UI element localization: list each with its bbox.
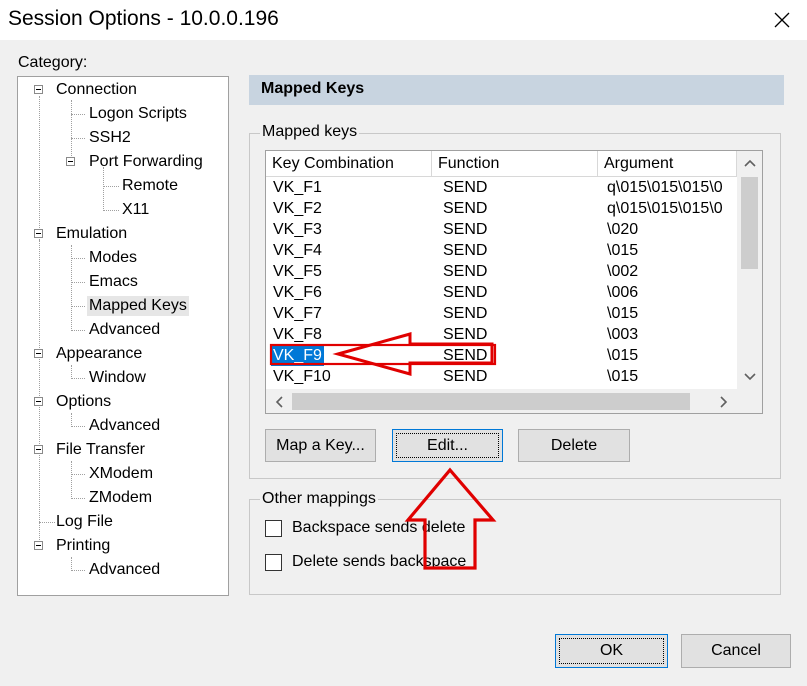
tree-item-connection[interactable]: Connection [56,80,137,100]
function-cell: SEND [443,263,488,280]
other-mappings-group [249,499,781,595]
key-cell: VK_F5 [273,263,322,280]
argument-cell: \020 [607,221,639,238]
panel-title: Mapped Keys [261,80,365,97]
expand-file-transfer[interactable] [34,445,43,454]
key-cell: VK_F6 [273,284,322,301]
tree-item-xmodem[interactable]: XModem [89,464,153,484]
chevron-right-icon[interactable] [720,396,728,408]
tree-item-modes[interactable]: Modes [89,248,137,268]
function-cell: SEND [443,284,488,301]
table-row[interactable]: VK_F7 SEND \015 [266,303,736,324]
horizontal-scroll-thumb[interactable] [292,393,690,410]
key-cell: VK_F8 [273,326,322,343]
argument-cell: q\015\015\015\0 [607,200,723,217]
vertical-scrollbar[interactable] [737,151,762,391]
tree-item-appearance[interactable]: Appearance [56,344,142,364]
tree-item-ssh2[interactable]: SSH2 [89,128,131,148]
vertical-scroll-thumb[interactable] [741,177,758,269]
tree-item-window[interactable]: Window [89,368,146,388]
category-tree[interactable]: Connection Logon Scripts SSH2 Port Forwa… [17,76,229,596]
table-row[interactable]: VK_F10 SEND \015 [266,366,736,387]
argument-cell: \006 [607,284,639,301]
tree-item-options-advanced[interactable]: Advanced [89,416,160,436]
ok-button[interactable]: OK [555,634,668,668]
expand-appearance[interactable] [34,349,43,358]
function-cell: SEND [443,242,488,259]
function-cell: SEND [443,221,488,238]
key-cell: VK_F2 [273,200,322,217]
column-argument[interactable]: Argument [598,151,737,177]
mapped-keys-group-label: Mapped keys [260,123,360,141]
argument-cell: \015 [607,368,639,385]
column-key-combination[interactable]: Key Combination [266,151,432,177]
backspace-sends-delete-label[interactable]: Backspace sends delete [292,519,465,537]
function-cell: SEND [443,305,488,322]
key-cell: VK_F9 [271,345,324,366]
key-cell: VK_F1 [273,179,322,196]
other-mappings-group-label: Other mappings [260,490,378,508]
chevron-down-icon[interactable] [744,373,756,381]
tree-item-options[interactable]: Options [56,392,111,412]
delete-button[interactable]: Delete [518,429,630,462]
horizontal-scrollbar[interactable] [266,389,762,413]
table-row[interactable]: VK_F6 SEND \006 [266,282,736,303]
map-a-key-button[interactable]: Map a Key... [265,429,376,462]
tree-item-mapped-keys[interactable]: Mapped Keys [87,296,189,316]
table-row[interactable]: VK_F3 SEND \020 [266,219,736,240]
tree-item-printing[interactable]: Printing [56,536,110,556]
chevron-up-icon[interactable] [744,159,756,167]
tree-item-emulation-advanced[interactable]: Advanced [89,320,160,340]
table-row-selected[interactable]: VK_F9 SEND \015 [266,345,736,366]
close-icon [774,12,790,28]
argument-cell: \015 [607,305,639,322]
table-row[interactable]: VK_F4 SEND \015 [266,240,736,261]
column-function[interactable]: Function [432,151,598,177]
key-cell: VK_F7 [273,305,322,322]
tree-item-log-file[interactable]: Log File [56,512,113,532]
function-cell: SEND [443,368,488,385]
category-label: Category: [18,54,88,71]
tree-item-remote[interactable]: Remote [122,176,178,196]
tree-item-file-transfer[interactable]: File Transfer [56,440,145,460]
key-cell: VK_F10 [273,368,331,385]
argument-cell: \015 [607,347,639,364]
edit-button[interactable]: Edit... [392,429,503,462]
window-title: Session Options - 10.0.0.196 [8,7,279,30]
delete-sends-backspace-label[interactable]: Delete sends backspace [292,553,466,571]
close-button[interactable] [766,4,798,36]
function-cell: SEND [443,179,488,196]
tree-item-emacs[interactable]: Emacs [89,272,138,292]
tree-item-zmodem[interactable]: ZModem [89,488,152,508]
delete-sends-backspace-checkbox[interactable] [265,554,282,571]
cancel-button[interactable]: Cancel [681,634,791,668]
expand-connection[interactable] [34,85,43,94]
expand-options[interactable] [34,397,43,406]
chevron-left-icon[interactable] [275,396,283,408]
function-cell: SEND [443,200,488,217]
tree-item-x11[interactable]: X11 [122,200,149,220]
argument-cell: \015 [607,242,639,259]
table-row[interactable]: VK_F5 SEND \002 [266,261,736,282]
function-cell: SEND [443,347,488,364]
backspace-sends-delete-checkbox[interactable] [265,520,282,537]
tree-item-emulation[interactable]: Emulation [56,224,127,244]
key-cell: VK_F4 [273,242,322,259]
argument-cell: q\015\015\015\0 [607,179,723,196]
tree-item-printing-advanced[interactable]: Advanced [89,560,160,580]
expand-printing[interactable] [34,541,43,550]
function-cell: SEND [443,326,488,343]
tree-item-logon-scripts[interactable]: Logon Scripts [89,104,187,124]
table-row[interactable]: VK_F1 SEND q\015\015\015\0 [266,177,736,198]
argument-cell: \002 [607,263,639,280]
tree-item-port-forwarding[interactable]: Port Forwarding [89,152,203,172]
key-cell: VK_F3 [273,221,322,238]
mapped-keys-list[interactable]: Key Combination Function Argument VK_F1 … [265,150,763,414]
expand-port-forwarding[interactable] [66,157,75,166]
argument-cell: \003 [607,326,639,343]
table-row[interactable]: VK_F8 SEND \003 [266,324,736,345]
expand-emulation[interactable] [34,229,43,238]
table-row[interactable]: VK_F2 SEND q\015\015\015\0 [266,198,736,219]
